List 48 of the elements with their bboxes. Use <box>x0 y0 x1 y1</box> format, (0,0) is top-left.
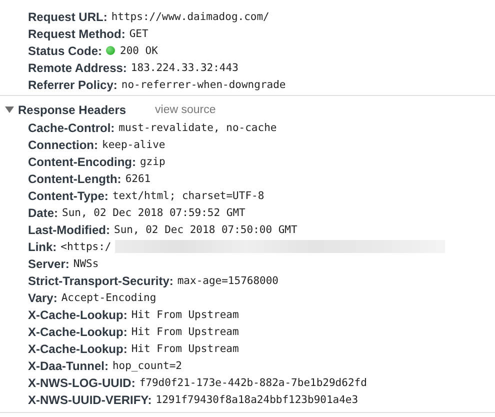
header-value: Hit From Upstream <box>131 308 239 320</box>
header-value: max-age=15768000 <box>177 274 279 286</box>
header-name: Content-Type: <box>28 188 108 202</box>
header-name: Content-Encoding: <box>28 154 136 168</box>
header-value: text/html; charset=UTF-8 <box>112 190 264 202</box>
header-value: keep-alive <box>102 138 166 150</box>
header-name: Last-Modified: <box>28 222 110 236</box>
view-source-link[interactable]: view source <box>155 104 216 116</box>
header-name: Cache-Control: <box>28 120 115 134</box>
header-value: no-referrer-when-downgrade <box>121 78 286 90</box>
header-name: Status Code: <box>28 44 102 58</box>
header-value: 183.224.33.32:443 <box>130 62 238 74</box>
header-value: 200 OK <box>120 44 158 56</box>
header-name: X-Daa-Tunnel: <box>28 358 108 372</box>
header-value: 6261 <box>125 172 151 184</box>
header-name: X-NWS-LOG-UUID: <box>28 376 136 390</box>
header-name: X-Cache-Lookup: <box>28 342 128 356</box>
header-value: must-revalidate, no-cache <box>118 122 277 134</box>
header-value: 1291f79430f8a18a24bbf123b901a4e3 <box>156 394 358 406</box>
header-name: Content-Length: <box>28 172 122 186</box>
header-name: Server: <box>28 256 70 270</box>
header-name: Date: <box>28 206 58 220</box>
header-name: Request Method: <box>28 26 126 40</box>
header-value: Hit From Upstream <box>131 326 239 338</box>
header-value: NWSs <box>73 258 99 270</box>
header-name: X-Cache-Lookup: <box>28 324 128 338</box>
header-value: Sun, 02 Dec 2018 07:59:52 GMT <box>62 206 246 218</box>
header-value: https://www.daimadog.com/ <box>111 10 270 22</box>
header-value: <https:/ <box>60 240 112 252</box>
header-value: Hit From Upstream <box>131 342 239 354</box>
header-value: Sun, 02 Dec 2018 07:50:00 GMT <box>114 224 298 236</box>
collapse-triangle-icon[interactable] <box>5 105 14 114</box>
header-name: X-Cache-Lookup: <box>28 308 128 322</box>
header-name: Strict-Transport-Security: <box>28 274 174 288</box>
section-title: Response Headers <box>18 102 126 116</box>
header-name: Vary: <box>28 290 58 304</box>
header-value: Accept-Encoding <box>61 292 156 304</box>
header-name: X-NWS-UUID-VERIFY: <box>28 392 152 406</box>
header-value: GET <box>129 28 148 40</box>
header-value: f79d0f21-173e-442b-882a-7be1b29d62fd <box>139 376 367 388</box>
header-name: Connection: <box>28 138 98 152</box>
header-name: Link: <box>28 240 57 254</box>
header-name: Remote Address: <box>28 60 127 74</box>
header-value: hop_count=2 <box>112 360 182 372</box>
header-name: Referrer Policy: <box>28 78 118 92</box>
header-name: Request URL: <box>28 10 108 24</box>
status-dot-icon <box>106 46 116 55</box>
header-value: gzip <box>140 156 166 168</box>
